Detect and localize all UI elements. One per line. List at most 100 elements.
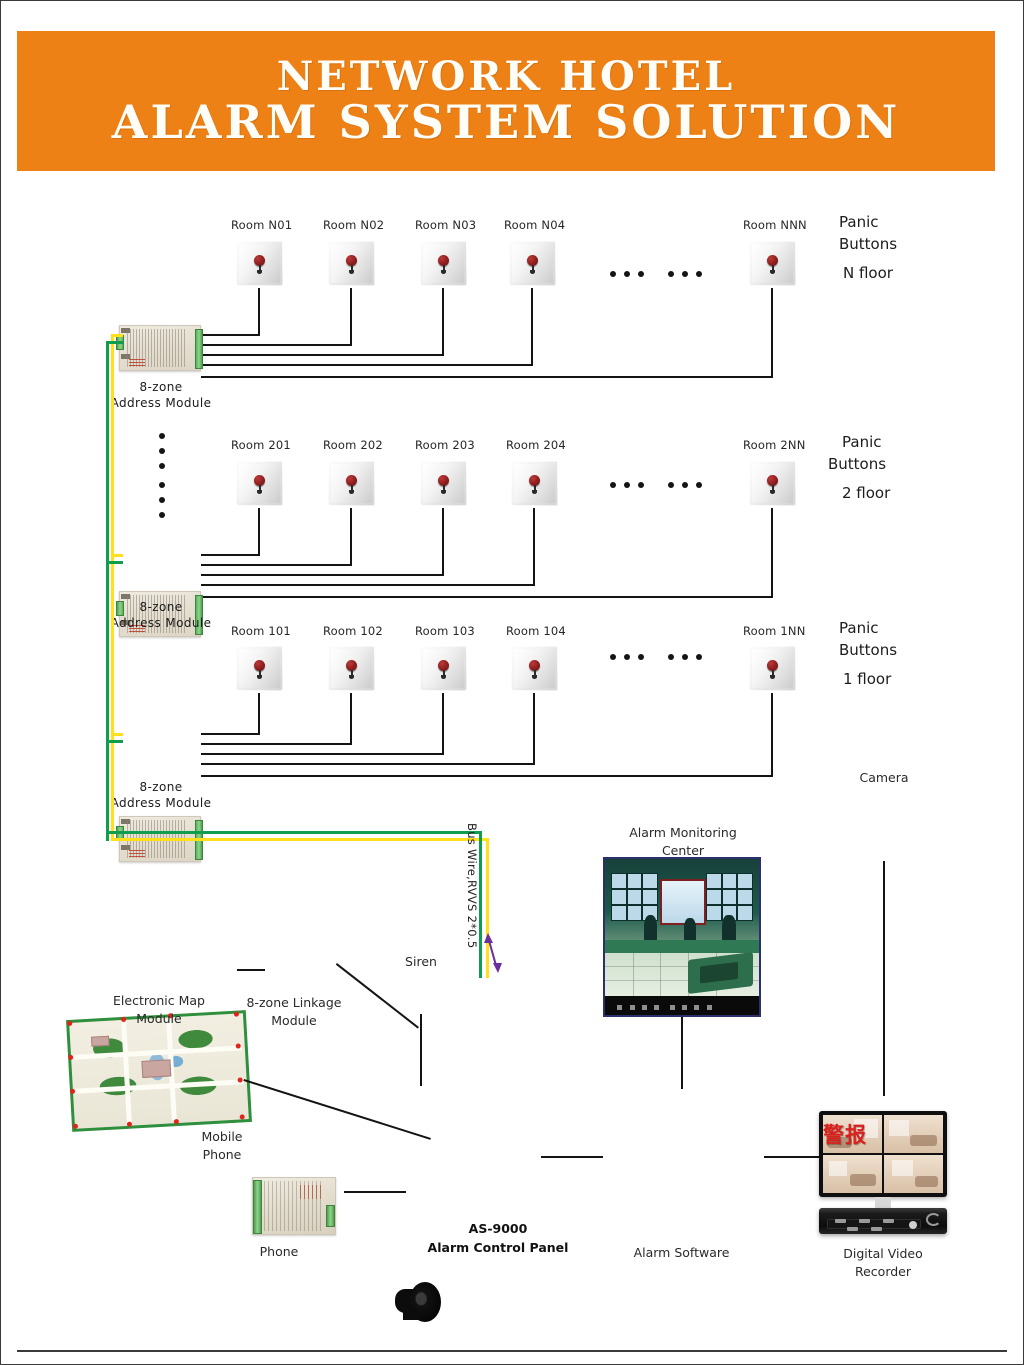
monitoring-center-photo[interactable] bbox=[603, 857, 761, 1017]
address-module-floor-n[interactable] bbox=[116, 325, 203, 371]
wire-run-103 bbox=[201, 753, 444, 755]
mobile-phone-label: Mobile Phone bbox=[201, 1129, 243, 1163]
linkage-module-label-line2: Module bbox=[271, 1013, 317, 1029]
panic-button-2nn[interactable] bbox=[749, 461, 796, 508]
bus-wire-yellow-trunk bbox=[111, 334, 114, 839]
wire-drop-nnn bbox=[771, 288, 773, 378]
panic-button-1nn[interactable] bbox=[749, 646, 796, 693]
side-label-panic: Panic bbox=[839, 213, 879, 231]
monitoring-center-label: Alarm Monitoring Center bbox=[608, 824, 758, 860]
side-label-floor: N floor bbox=[843, 263, 893, 282]
linkage-module[interactable] bbox=[252, 1177, 336, 1235]
room-label-n01: Room N01 bbox=[231, 218, 293, 232]
module-terminal-right bbox=[195, 329, 203, 369]
linkage-terminal-right bbox=[326, 1205, 335, 1227]
panic-button-104[interactable] bbox=[511, 646, 558, 693]
wire-drop-2nn bbox=[771, 508, 773, 598]
wire-run-101 bbox=[201, 733, 260, 735]
ellipsis-dots-floor-n bbox=[610, 271, 702, 277]
linkage-module-label: 8-zone Linkage Module bbox=[234, 994, 354, 1030]
dvr-monitor[interactable]: 警报 bbox=[819, 1111, 947, 1197]
wire-phone-to-panel bbox=[344, 1191, 406, 1193]
panic-button-nnn[interactable] bbox=[749, 241, 796, 288]
wire-drop-204 bbox=[533, 508, 535, 586]
room-label-201: Room 201 bbox=[231, 438, 291, 452]
side-label-panic: Panic bbox=[839, 619, 879, 637]
big-screen bbox=[660, 879, 707, 926]
panic-button-202[interactable] bbox=[328, 461, 375, 508]
ellipsis-dots-floor-1 bbox=[610, 654, 702, 660]
room-label-n03: Room N03 bbox=[415, 218, 477, 232]
electronic-map-label-line2: Module bbox=[136, 1011, 182, 1027]
panic-button-n02[interactable] bbox=[328, 241, 375, 288]
bus-branch-green-2 bbox=[106, 561, 123, 564]
ellipsis-dots-floor-2 bbox=[610, 482, 702, 488]
panic-button-201[interactable] bbox=[236, 461, 283, 508]
electronic-map-module[interactable] bbox=[66, 1010, 252, 1132]
side-label-floor-2: Panic Buttons 2 floor bbox=[828, 432, 890, 504]
dvr-label: Digital Video Recorder bbox=[823, 1245, 943, 1281]
footer: Athenalarm 来啰科技 深圳市来啰科技有限公司 Athenalarm T… bbox=[1, 1278, 1023, 1364]
dvr-jog-dial-icon[interactable] bbox=[909, 1221, 917, 1229]
panic-button-203[interactable] bbox=[420, 461, 467, 508]
alarm-software-label: Alarm Software bbox=[633, 1245, 730, 1260]
bus-branch-green-n bbox=[106, 341, 123, 344]
address-module-label-floor-n: 8-zone Address Module bbox=[103, 379, 219, 411]
panic-button-204[interactable] bbox=[511, 461, 558, 508]
room-label-104: Room 104 bbox=[506, 624, 566, 638]
wire-drop-101 bbox=[258, 693, 260, 735]
wire-drop-103 bbox=[442, 693, 444, 755]
bus-wire-green-bottom bbox=[106, 831, 482, 834]
module-label-line1: 8-zone bbox=[139, 780, 183, 794]
panic-button-n03[interactable] bbox=[420, 241, 467, 288]
wire-run-2nn bbox=[201, 596, 773, 598]
side-label-floor-n: Panic Buttons N floor bbox=[839, 212, 897, 284]
footer-divider bbox=[17, 1350, 1007, 1352]
control-panel-model: AS-9000 bbox=[468, 1221, 528, 1236]
panic-button-101[interactable] bbox=[236, 646, 283, 693]
bus-wire-label: Bus Wire,RVVS 2*0.5 bbox=[465, 823, 479, 949]
panic-button-n04[interactable] bbox=[509, 241, 556, 288]
wire-run-203 bbox=[201, 574, 444, 576]
linkage-module-label-line1: 8-zone Linkage bbox=[246, 995, 342, 1010]
wire-drop-201 bbox=[258, 508, 260, 556]
dvr-channel-2[interactable] bbox=[884, 1115, 943, 1153]
dvr-channel-3[interactable] bbox=[823, 1155, 882, 1193]
side-label-buttons: Buttons bbox=[839, 640, 898, 659]
panic-button-102[interactable] bbox=[328, 646, 375, 693]
wire-run-n02 bbox=[201, 344, 352, 346]
wire-drop-102 bbox=[350, 693, 352, 745]
module-label-line2: Address Module bbox=[110, 396, 212, 411]
desk-phone-label: Phone bbox=[259, 1244, 299, 1259]
wire-run-104 bbox=[201, 763, 535, 765]
digital-video-recorder[interactable] bbox=[819, 1208, 947, 1234]
side-label-floor: 1 floor bbox=[843, 669, 892, 688]
panic-button-n01[interactable] bbox=[236, 241, 283, 288]
electronic-map-label: Electronic Map Module bbox=[89, 992, 229, 1028]
siren-label: Siren bbox=[405, 954, 437, 969]
panic-button-103[interactable] bbox=[420, 646, 467, 693]
room-label-2nn: Room 2NN bbox=[743, 438, 806, 452]
room-label-101: Room 101 bbox=[231, 624, 291, 638]
room-label-102: Room 102 bbox=[323, 624, 383, 638]
wire-run-201 bbox=[201, 554, 260, 556]
dvr-label-line1: Digital Video bbox=[843, 1246, 923, 1261]
module-label-line2: Address Module bbox=[110, 796, 212, 811]
title-line-1: NETWORK HOTEL bbox=[276, 52, 736, 100]
wire-software-to-dvr bbox=[764, 1156, 822, 1158]
wire-drop-104 bbox=[533, 693, 535, 765]
wire-map-to-linkage bbox=[237, 969, 265, 971]
control-panel-label: AS-9000 Alarm Control Panel bbox=[405, 1220, 591, 1258]
room-label-n04: Room N04 bbox=[504, 218, 566, 232]
side-label-panic: Panic bbox=[842, 433, 882, 451]
linkage-terminal-left bbox=[253, 1180, 262, 1234]
wire-siren-to-panel bbox=[420, 1014, 422, 1086]
electronic-map-label-line1: Electronic Map bbox=[113, 993, 205, 1008]
side-label-floor: 2 floor bbox=[842, 483, 891, 502]
bus-wire-label-wrap: Bus Wire,RVVS 2*0.5 bbox=[463, 823, 481, 983]
dvr-brand-icon bbox=[926, 1213, 941, 1226]
control-panel-name: Alarm Control Panel bbox=[427, 1239, 569, 1255]
room-label-203: Room 203 bbox=[415, 438, 475, 452]
address-module-label-floor-1: 8-zone Address Module bbox=[103, 779, 219, 811]
dvr-channel-4[interactable] bbox=[884, 1155, 943, 1193]
